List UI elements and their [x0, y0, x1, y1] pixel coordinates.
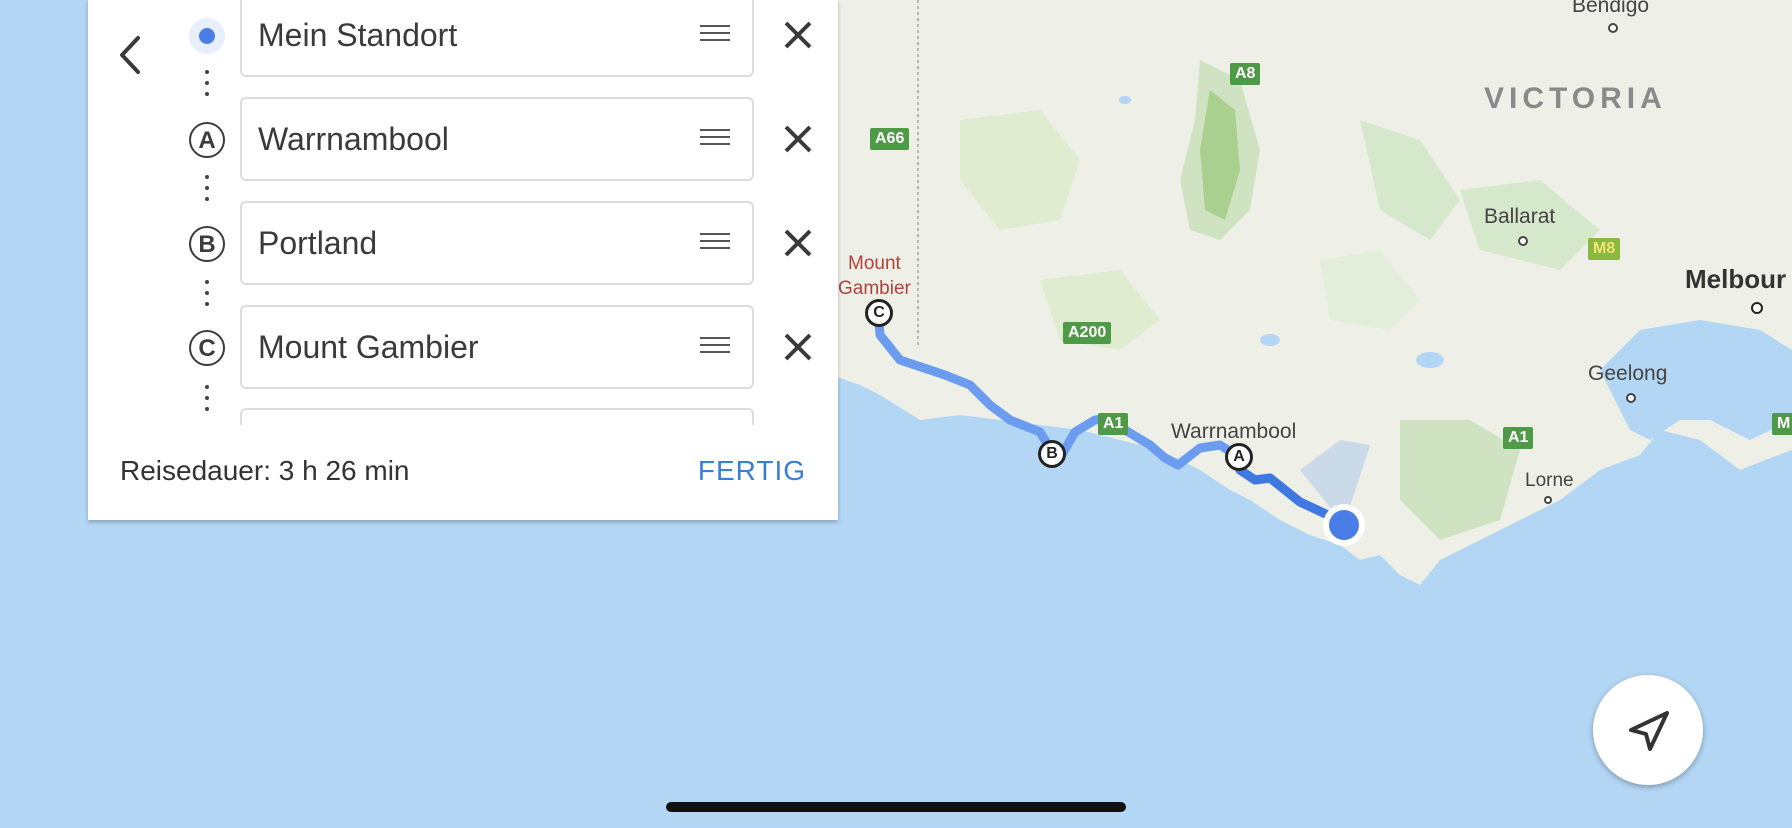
- stops-list: Mein Standort A Warrnambool B Portland C…: [88, 0, 838, 425]
- road-shield-a1-west: A1: [1098, 413, 1129, 435]
- remove-stop-a-button[interactable]: [776, 117, 820, 161]
- home-indicator[interactable]: [666, 802, 1126, 812]
- drag-handle-icon[interactable]: [700, 337, 730, 357]
- stop-row-c: C Mount Gambier: [88, 305, 838, 395]
- town-marker-geelong: [1626, 393, 1636, 403]
- drag-handle-icon[interactable]: [700, 25, 730, 45]
- stop-field-c[interactable]: Mount Gambier: [240, 305, 754, 389]
- letter-b-icon: B: [189, 226, 225, 262]
- remove-stop-c-button[interactable]: [776, 325, 820, 369]
- town-marker-bendigo: [1608, 23, 1618, 33]
- map-waypoint-a[interactable]: A: [1225, 443, 1253, 471]
- origin-marker: [186, 15, 228, 57]
- drag-handle-icon[interactable]: [700, 129, 730, 149]
- close-icon: [784, 333, 812, 361]
- mount-gambier-line1: Mount: [848, 253, 901, 274]
- map-waypoint-c[interactable]: C: [865, 299, 893, 327]
- stop-field-b-text: Portland: [258, 225, 378, 261]
- connector-dots: [202, 385, 212, 418]
- stop-marker-a: A: [186, 119, 228, 161]
- stop-field-c-text: Mount Gambier: [258, 329, 479, 365]
- stop-field-a-text: Warrnambool: [258, 121, 449, 157]
- road-shield-a66: A66: [870, 128, 910, 150]
- road-shield-m-edge: M: [1772, 413, 1792, 435]
- stop-row-origin: Mein Standort: [88, 0, 838, 83]
- directions-panel: Mein Standort A Warrnambool B Portland C…: [88, 0, 838, 520]
- close-icon: [784, 229, 812, 257]
- stop-marker-b: B: [186, 223, 228, 265]
- remove-stop-origin-button[interactable]: [776, 13, 820, 57]
- city-label-ballarat[interactable]: Ballarat: [1484, 205, 1555, 229]
- done-button[interactable]: FERTIG: [698, 455, 806, 487]
- road-shield-a1-east: A1: [1503, 427, 1534, 449]
- city-label-geelong[interactable]: Geelong: [1588, 362, 1667, 386]
- stop-field-origin[interactable]: Mein Standort: [240, 0, 754, 77]
- navigation-arrow-icon: [1629, 711, 1669, 751]
- stop-field-b[interactable]: Portland: [240, 201, 754, 285]
- drag-handle-icon[interactable]: [700, 233, 730, 253]
- stop-row-a: A Warrnambool: [88, 97, 838, 187]
- stop-marker-c: C: [186, 327, 228, 369]
- city-label-lorne[interactable]: Lorne: [1525, 470, 1574, 492]
- city-label-mount-gambier[interactable]: Mount Gambier: [838, 251, 911, 301]
- road-shield-a200: A200: [1063, 322, 1112, 344]
- region-label-victoria: VICTORIA: [1484, 82, 1667, 115]
- road-shield-a8: A8: [1230, 63, 1261, 85]
- town-marker-ballarat: [1518, 236, 1528, 246]
- close-icon: [784, 125, 812, 153]
- city-label-warrnambool[interactable]: Warrnambool: [1171, 420, 1296, 444]
- town-marker-melbourne: [1751, 302, 1763, 314]
- close-icon: [784, 21, 812, 49]
- city-label-bendigo[interactable]: Bendigo: [1572, 0, 1649, 18]
- stop-field-origin-text: Mein Standort: [258, 17, 458, 53]
- road-shield-m8: M8: [1588, 238, 1621, 260]
- remove-stop-b-button[interactable]: [776, 221, 820, 265]
- my-location-icon: [189, 18, 225, 54]
- letter-c-icon: C: [189, 330, 225, 366]
- letter-a-icon: A: [189, 122, 225, 158]
- mount-gambier-line2: Gambier: [838, 278, 911, 299]
- stop-field-a[interactable]: Warrnambool: [240, 97, 754, 181]
- stop-row-b: B Portland: [88, 201, 838, 291]
- recenter-button[interactable]: [1593, 675, 1703, 785]
- map-waypoint-b[interactable]: B: [1038, 440, 1066, 468]
- travel-duration: Reisedauer: 3 h 26 min: [120, 455, 410, 486]
- stop-field-next[interactable]: [240, 408, 754, 425]
- city-label-melbourne[interactable]: Melbour: [1685, 264, 1786, 295]
- town-marker-lorne: [1544, 496, 1552, 504]
